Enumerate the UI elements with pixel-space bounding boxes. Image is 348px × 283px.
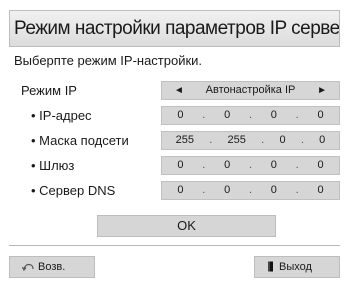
dns-server-row: • Сервер DNS 0. 0. 0. 0: [0, 181, 348, 200]
exit-label: Выход: [279, 261, 312, 273]
ip-octet: 0: [224, 184, 231, 196]
ip-octet: 0: [224, 159, 231, 171]
footer-divider: [9, 245, 340, 246]
octet-separator: .: [295, 109, 299, 121]
ok-button[interactable]: OK: [97, 215, 276, 237]
ip-octet: 255: [175, 134, 194, 146]
ip-octet: 0: [319, 134, 326, 146]
ip-octet: 0: [279, 134, 286, 146]
ip-mode-value: Автонастройка IP: [205, 84, 296, 96]
arrow-left-icon[interactable]: ◄: [174, 82, 184, 99]
exit-icon: [267, 257, 274, 279]
subnet-mask-label: • Маска подсети: [31, 133, 129, 148]
dns-server-label: • Сервер DNS: [31, 183, 116, 198]
ip-octet: 0: [177, 109, 184, 121]
gateway-label: • Шлюз: [31, 158, 75, 173]
octet-separator: .: [209, 134, 213, 146]
ip-octet: 255: [227, 134, 246, 146]
octet-separator: .: [248, 109, 252, 121]
ip-octet: 0: [317, 184, 324, 196]
octet-separator: .: [261, 134, 265, 146]
octet-separator: .: [295, 159, 299, 171]
ip-settings-dialog: Режим настройки параметров IP сервера Вы…: [0, 0, 348, 283]
octet-separator: .: [295, 184, 299, 196]
return-icon: [21, 257, 35, 279]
subnet-mask-row: • Маска подсети 255. 255. 0. 0: [0, 131, 348, 150]
octet-separator: .: [202, 109, 206, 121]
ip-address-field[interactable]: 0. 0. 0. 0: [161, 106, 340, 125]
arrow-right-icon[interactable]: ►: [317, 82, 327, 99]
octet-separator: .: [202, 159, 206, 171]
octet-separator: .: [202, 184, 206, 196]
octet-separator: .: [300, 134, 304, 146]
exit-button[interactable]: Выход: [254, 256, 340, 278]
ip-octet: 0: [177, 184, 184, 196]
gateway-row: • Шлюз 0. 0. 0. 0: [0, 156, 348, 175]
back-label: Возв.: [38, 261, 66, 273]
octet-separator: .: [248, 184, 252, 196]
ip-octet: 0: [270, 109, 277, 121]
ip-address-row: • IP-адрес 0. 0. 0. 0: [0, 106, 348, 125]
ip-octet: 0: [317, 159, 324, 171]
ip-mode-selector[interactable]: ◄ Автонастройка IP ►: [161, 81, 340, 100]
dns-server-field[interactable]: 0. 0. 0. 0: [161, 181, 340, 200]
ip-octet: 0: [270, 159, 277, 171]
dialog-title: Режим настройки параметров IP сервера: [9, 10, 340, 47]
ip-address-label: • IP-адрес: [31, 108, 92, 123]
ip-octet: 0: [224, 109, 231, 121]
subnet-mask-field[interactable]: 255. 255. 0. 0: [161, 131, 340, 150]
ip-octet: 0: [270, 184, 277, 196]
ip-mode-row: Режим IP ◄ Автонастройка IP ►: [0, 81, 348, 100]
gateway-field[interactable]: 0. 0. 0. 0: [161, 156, 340, 175]
dialog-subtitle: Выберпте режим IP-настройки.: [14, 53, 203, 68]
ip-mode-label: Режим IP: [21, 83, 77, 98]
ip-octet: 0: [177, 159, 184, 171]
octet-separator: .: [248, 159, 252, 171]
ip-octet: 0: [317, 109, 324, 121]
back-button[interactable]: Возв.: [9, 256, 95, 278]
